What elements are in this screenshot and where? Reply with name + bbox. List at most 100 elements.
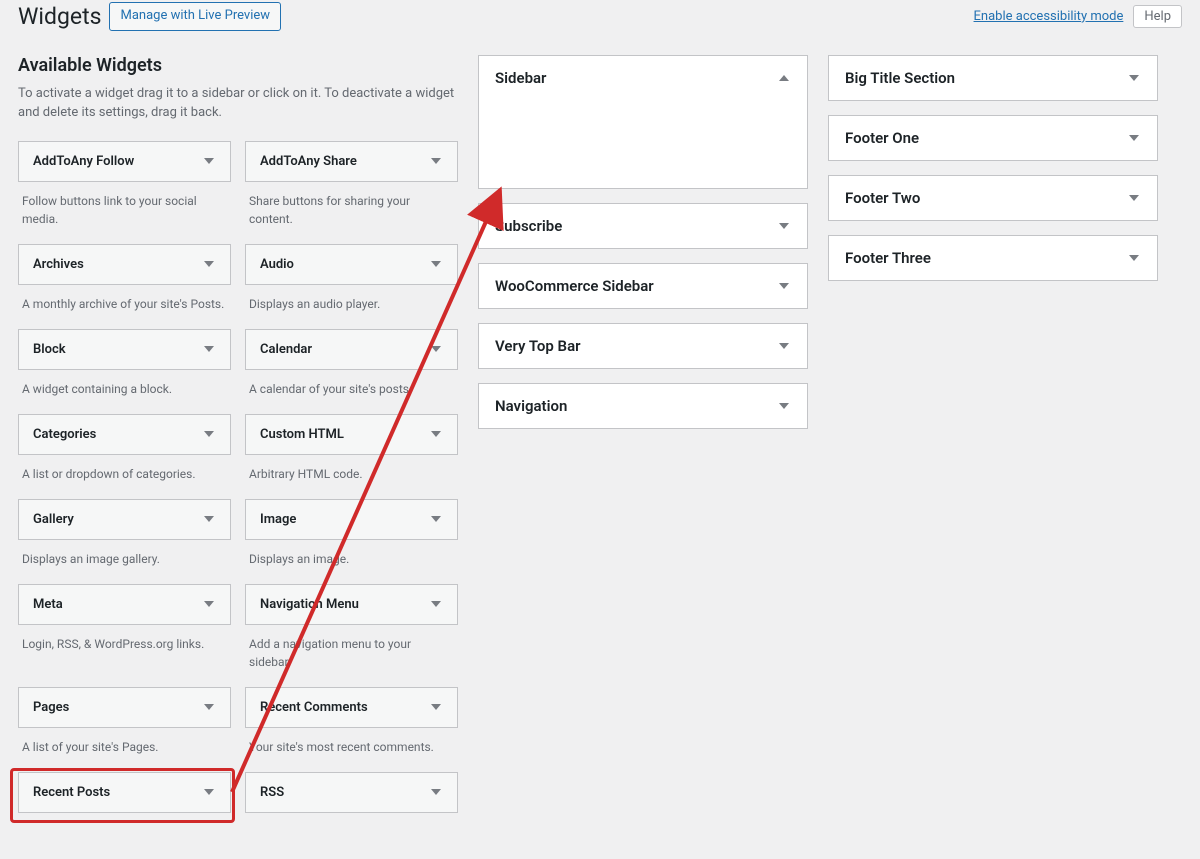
widget-area-woocommerce-sidebar: WooCommerce Sidebar xyxy=(478,263,808,309)
widget-desc: Login, RSS, & WordPress.org links. xyxy=(18,625,231,665)
widget-area-title: Sidebar xyxy=(495,69,546,87)
widget-area-toggle[interactable]: Very Top Bar xyxy=(479,324,807,368)
chevron-down-icon xyxy=(1129,135,1139,141)
chevron-down-icon xyxy=(204,158,214,164)
widget-area-toggle[interactable]: Footer Two xyxy=(829,176,1157,220)
widget-area-title: Navigation xyxy=(495,397,567,415)
widget-area-toggle[interactable]: Navigation xyxy=(479,384,807,428)
enable-accessibility-link[interactable]: Enable accessibility mode xyxy=(974,9,1124,24)
widget-gallery[interactable]: Gallery xyxy=(18,499,231,540)
manage-live-preview-button[interactable]: Manage with Live Preview xyxy=(109,2,281,31)
widget-desc: A widget containing a block. xyxy=(18,370,231,410)
widget-addtoany-share[interactable]: AddToAny Share xyxy=(245,141,458,182)
widget-label: Recent Posts xyxy=(33,785,110,800)
widget-area-footer-two: Footer Two xyxy=(828,175,1158,221)
chevron-up-icon xyxy=(779,75,789,81)
widget-label: Audio xyxy=(260,257,294,272)
sidebar-areas-column: Sidebar Subscribe WooCommerce Sidebar Ve… xyxy=(478,55,808,443)
widget-desc: Arbitrary HTML code. xyxy=(245,455,458,495)
chevron-down-icon xyxy=(204,516,214,522)
widget-area-subscribe: Subscribe xyxy=(478,203,808,249)
chevron-down-icon xyxy=(431,516,441,522)
widget-custom-html[interactable]: Custom HTML xyxy=(245,414,458,455)
widget-area-sidebar: Sidebar xyxy=(478,55,808,189)
widget-addtoany-follow[interactable]: AddToAny Follow xyxy=(18,141,231,182)
chevron-down-icon xyxy=(779,403,789,409)
widget-area-title: Footer One xyxy=(845,129,919,147)
widget-area-title: Footer Three xyxy=(845,249,931,267)
widget-item: AddToAny Share Share buttons for sharing… xyxy=(245,141,458,240)
widget-label: Meta xyxy=(33,597,63,612)
chevron-down-icon xyxy=(1129,75,1139,81)
help-button[interactable]: Help xyxy=(1133,5,1182,28)
widget-block[interactable]: Block xyxy=(18,329,231,370)
widget-label: Recent Comments xyxy=(260,700,368,715)
widget-label: Gallery xyxy=(33,512,74,527)
widget-label: AddToAny Follow xyxy=(33,154,134,169)
available-widgets-column: Available Widgets To activate a widget d… xyxy=(18,55,458,839)
widget-desc xyxy=(245,813,458,835)
chevron-down-icon xyxy=(431,601,441,607)
widget-desc: A list or dropdown of categories. xyxy=(18,455,231,495)
widget-area-toggle[interactable]: Footer Three xyxy=(829,236,1157,280)
chevron-down-icon xyxy=(1129,195,1139,201)
widget-meta[interactable]: Meta xyxy=(18,584,231,625)
widget-item: Recent Comments Your site's most recent … xyxy=(245,687,458,768)
chevron-down-icon xyxy=(204,704,214,710)
widget-label: Custom HTML xyxy=(260,427,344,442)
widget-label: Archives xyxy=(33,257,84,272)
widget-area-toggle[interactable]: Subscribe xyxy=(479,204,807,248)
widget-navigation-menu[interactable]: Navigation Menu xyxy=(245,584,458,625)
chevron-down-icon xyxy=(431,158,441,164)
chevron-down-icon xyxy=(204,431,214,437)
chevron-down-icon xyxy=(431,704,441,710)
widget-image[interactable]: Image xyxy=(245,499,458,540)
widget-archives[interactable]: Archives xyxy=(18,244,231,285)
widget-label: Pages xyxy=(33,700,69,715)
widget-desc: Displays an image. xyxy=(245,540,458,580)
widget-desc: Follow buttons link to your social media… xyxy=(18,182,231,240)
widget-area-very-top-bar: Very Top Bar xyxy=(478,323,808,369)
widget-desc: A list of your site's Pages. xyxy=(18,728,231,768)
widget-item: Recent Posts xyxy=(18,772,231,835)
widget-item: Audio Displays an audio player. xyxy=(245,244,458,325)
page-header: Widgets Manage with Live Preview Enable … xyxy=(18,0,1182,37)
chevron-down-icon xyxy=(779,283,789,289)
widget-calendar[interactable]: Calendar xyxy=(245,329,458,370)
widget-recent-comments[interactable]: Recent Comments xyxy=(245,687,458,728)
widget-rss[interactable]: RSS xyxy=(245,772,458,813)
widget-pages[interactable]: Pages xyxy=(18,687,231,728)
widget-categories[interactable]: Categories xyxy=(18,414,231,455)
widget-area-toggle[interactable]: Sidebar xyxy=(479,56,807,100)
chevron-down-icon xyxy=(431,789,441,795)
widget-recent-posts[interactable]: Recent Posts xyxy=(18,772,231,813)
widget-area-title: WooCommerce Sidebar xyxy=(495,277,654,295)
chevron-down-icon xyxy=(431,431,441,437)
widget-area-toggle[interactable]: Big Title Section xyxy=(829,56,1157,100)
widget-item: Meta Login, RSS, & WordPress.org links. xyxy=(18,584,231,683)
widget-item: Block A widget containing a block. xyxy=(18,329,231,410)
widget-area-toggle[interactable]: WooCommerce Sidebar xyxy=(479,264,807,308)
widget-audio[interactable]: Audio xyxy=(245,244,458,285)
widget-desc: Share buttons for sharing your content. xyxy=(245,182,458,240)
page-title: Widgets xyxy=(18,3,101,30)
widget-area-footer-one: Footer One xyxy=(828,115,1158,161)
chevron-down-icon xyxy=(779,343,789,349)
widget-desc: Displays an audio player. xyxy=(245,285,458,325)
widget-desc: Displays an image gallery. xyxy=(18,540,231,580)
widget-area-dropzone[interactable] xyxy=(479,100,807,188)
chevron-down-icon xyxy=(779,223,789,229)
widget-area-toggle[interactable]: Footer One xyxy=(829,116,1157,160)
widget-item: RSS xyxy=(245,772,458,835)
widget-label: Block xyxy=(33,342,66,357)
widget-label: RSS xyxy=(260,785,284,800)
widget-area-title: Subscribe xyxy=(495,217,562,235)
widget-item: Pages A list of your site's Pages. xyxy=(18,687,231,768)
available-widgets-heading: Available Widgets xyxy=(18,55,458,76)
widget-desc: Add a navigation menu to your sidebar. xyxy=(245,625,458,683)
chevron-down-icon xyxy=(204,261,214,267)
chevron-down-icon xyxy=(204,789,214,795)
widget-label: AddToAny Share xyxy=(260,154,357,169)
widget-area-title: Footer Two xyxy=(845,189,920,207)
widget-item: Categories A list or dropdown of categor… xyxy=(18,414,231,495)
